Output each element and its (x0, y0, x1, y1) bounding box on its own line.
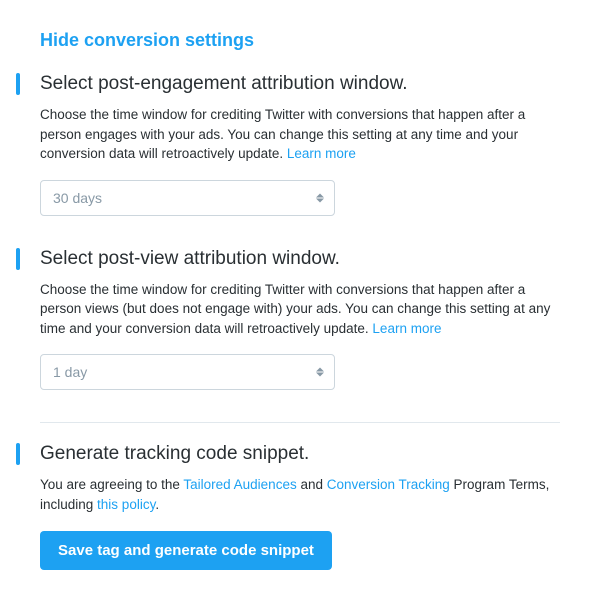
post-engagement-desc-text: Choose the time window for crediting Twi… (40, 107, 525, 161)
post-engagement-select-value: 30 days (53, 190, 102, 206)
generate-desc: You are agreeing to the Tailored Audienc… (40, 475, 560, 514)
post-engagement-title: Select post-engagement attribution windo… (40, 73, 560, 95)
post-view-select-value: 1 day (53, 364, 87, 380)
learn-more-link[interactable]: Learn more (287, 146, 356, 161)
hide-conversion-settings-link[interactable]: Hide conversion settings (40, 30, 560, 51)
section-marker-icon (16, 443, 20, 465)
tailored-audiences-link[interactable]: Tailored Audiences (183, 477, 296, 492)
post-engagement-select[interactable]: 30 days (40, 180, 335, 216)
learn-more-link[interactable]: Learn more (372, 321, 441, 336)
section-marker-icon (16, 73, 20, 95)
suffix-text: . (155, 497, 159, 512)
select-stepper-icon (316, 368, 324, 377)
section-marker-icon (16, 248, 20, 270)
post-view-section: Select post-view attribution window. Cho… (40, 248, 560, 391)
divider (40, 422, 560, 423)
post-view-title: Select post-view attribution window. (40, 248, 560, 270)
post-view-desc-text: Choose the time window for crediting Twi… (40, 282, 550, 336)
mid1-text: and (297, 477, 327, 492)
save-tag-button[interactable]: Save tag and generate code snippet (40, 531, 332, 570)
post-view-select[interactable]: 1 day (40, 354, 335, 390)
agree-pre-text: You are agreeing to the (40, 477, 183, 492)
post-view-desc: Choose the time window for crediting Twi… (40, 280, 560, 339)
this-policy-link[interactable]: this policy (97, 497, 155, 512)
generate-title: Generate tracking code snippet. (40, 443, 560, 465)
select-stepper-icon (316, 193, 324, 202)
conversion-tracking-link[interactable]: Conversion Tracking (327, 477, 450, 492)
post-engagement-section: Select post-engagement attribution windo… (40, 73, 560, 216)
generate-section: Generate tracking code snippet. You are … (40, 443, 560, 569)
post-engagement-desc: Choose the time window for crediting Twi… (40, 105, 560, 164)
